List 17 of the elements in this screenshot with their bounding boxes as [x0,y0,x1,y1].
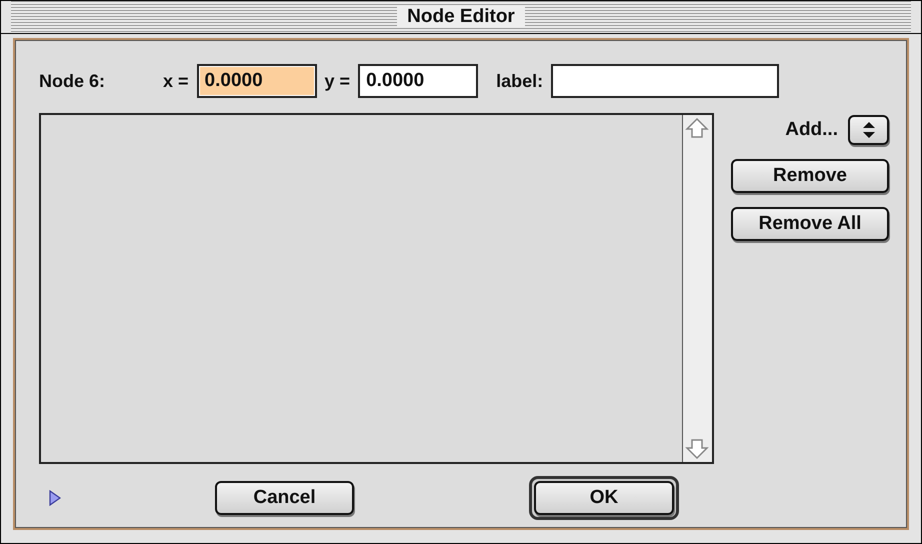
field-label: y = [324,70,350,92]
add-label: Add... [785,119,838,141]
cancel-button[interactable]: Cancel [215,481,354,515]
field-label: label: [496,70,544,92]
side-button[interactable]: Remove All [731,207,889,241]
add-popup-button[interactable] [848,115,889,145]
disclosure-triangle-icon[interactable] [49,490,61,506]
side-button[interactable]: Remove [731,159,889,193]
ok-button[interactable]: OK [534,481,674,515]
input-field[interactable]: 0.0000 [196,64,317,98]
input-field[interactable] [551,64,780,98]
window-title: Node Editor [397,6,525,28]
scroll-bar[interactable] [682,115,712,462]
input-field[interactable]: 0.0000 [358,64,478,98]
field-label: x = [163,70,189,92]
node-label: Node 6: [39,70,106,92]
up-down-arrows-icon [860,120,876,140]
